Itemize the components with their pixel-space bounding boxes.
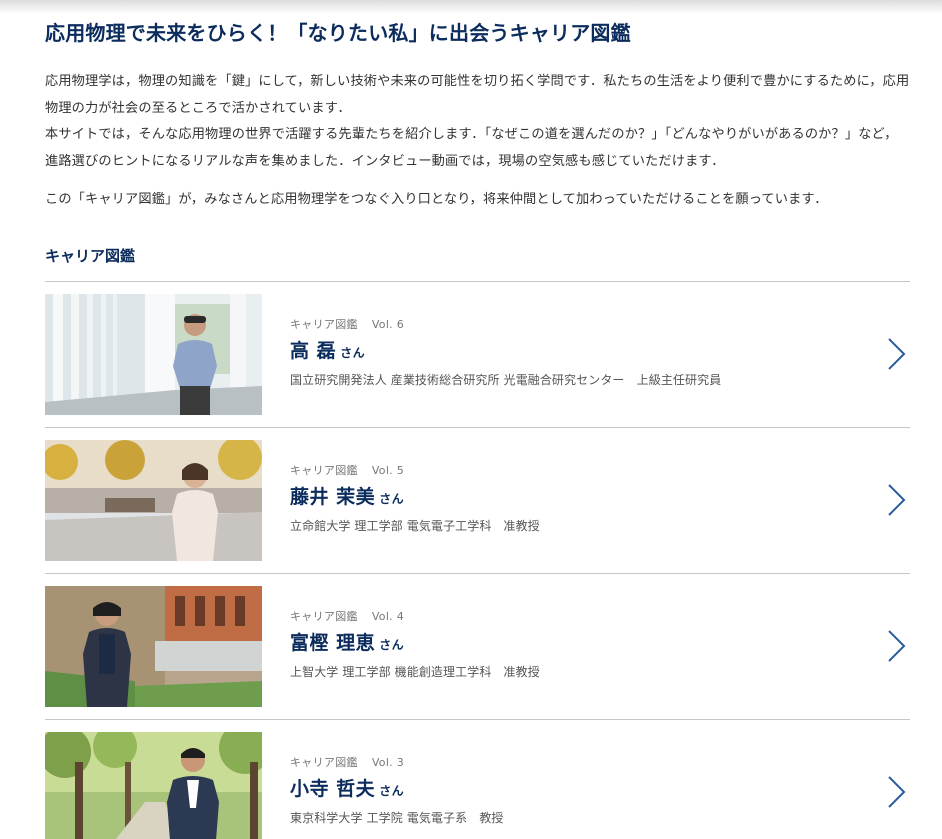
- intro-paragraph-3: この「キャリア図鑑」が，みなさんと応用物理学をつなぐ入り口となり，将来仲間として…: [45, 192, 828, 207]
- chevron-right-icon[interactable]: [884, 774, 908, 810]
- page-title: 応用物理で未来をひらく！「なりたい私」に出会うキャリア図鑑: [45, 21, 631, 45]
- person-name: 藤井 茉美 さん: [290, 486, 405, 508]
- career-card-vol3[interactable]: キャリア図鑑 Vol. 3 小寺 哲夫 さん 東京科学大学 工学院 電気電子系 教授: [45, 720, 910, 839]
- person-name: 小寺 哲夫 さん: [290, 778, 405, 800]
- volume-label: キャリア図鑑 Vol. 4: [290, 610, 405, 623]
- person-affiliation: 東京科学大学 工学院 電気電子系 教授: [290, 811, 504, 825]
- career-meta: キャリア図鑑 Vol. 4 富樫 理恵 さん 上智大学 理工学部 機能創造理工学科 …: [290, 608, 540, 680]
- career-photo: [45, 294, 262, 415]
- intro-paragraph-1: 応用物理学は，物理の知識を「鍵」にして，新しい技術や未来の可能性を切り拓く学問で…: [45, 74, 910, 116]
- chevron-right-icon[interactable]: [884, 336, 908, 372]
- career-photo: [45, 732, 262, 839]
- intro-paragraph-2: 本サイトでは，そんな応用物理の世界で活躍する先輩たちを紹介します．「なぜこの道を…: [45, 127, 898, 169]
- person-affiliation: 国立研究開発法人 産業技術総合研究所 光電融合研究センター 上級主任研究員: [290, 373, 722, 387]
- career-photo: [45, 586, 262, 707]
- career-meta: キャリア図鑑 Vol. 5 藤井 茉美 さん 立命館大学 理工学部 電気電子工学科 …: [290, 462, 540, 534]
- person-affiliation: 上智大学 理工学部 機能創造理工学科 准教授: [290, 665, 540, 679]
- volume-label: キャリア図鑑 Vol. 6: [290, 318, 405, 331]
- main-content: 応用物理で未来をひらく！「なりたい私」に出会うキャリア図鑑 応用物理学は，物理の…: [45, 18, 910, 839]
- career-card-vol6[interactable]: キャリア図鑑 Vol. 6 高 磊さん 国立研究開発法人 産業技術総合研究所 光電…: [45, 282, 910, 428]
- career-meta: キャリア図鑑 Vol. 3 小寺 哲夫 さん 東京科学大学 工学院 電気電子系 教授: [290, 754, 504, 826]
- career-list: キャリア図鑑 Vol. 6 高 磊さん 国立研究開発法人 産業技術総合研究所 光電…: [45, 281, 910, 839]
- header-shadow: [0, 0, 942, 14]
- person-name: 高 磊さん: [290, 340, 366, 362]
- section-title: キャリア図鑑: [45, 247, 136, 265]
- intro-text: 応用物理学は，物理の知識を「鍵」にして，新しい技術や未来の可能性を切り拓く学問で…: [45, 69, 910, 214]
- career-photo: [45, 440, 262, 561]
- career-card-vol4[interactable]: キャリア図鑑 Vol. 4 富樫 理恵 さん 上智大学 理工学部 機能創造理工学科 …: [45, 574, 910, 720]
- person-name: 富樫 理恵 さん: [290, 632, 405, 654]
- person-affiliation: 立命館大学 理工学部 電気電子工学科 准教授: [290, 519, 540, 533]
- chevron-right-icon[interactable]: [884, 482, 908, 518]
- volume-label: キャリア図鑑 Vol. 3: [290, 756, 405, 769]
- career-meta: キャリア図鑑 Vol. 6 高 磊さん 国立研究開発法人 産業技術総合研究所 光電…: [290, 316, 721, 388]
- volume-label: キャリア図鑑 Vol. 5: [290, 464, 405, 477]
- career-card-vol5[interactable]: キャリア図鑑 Vol. 5 藤井 茉美 さん 立命館大学 理工学部 電気電子工学科 …: [45, 428, 910, 574]
- chevron-right-icon[interactable]: [884, 628, 908, 664]
